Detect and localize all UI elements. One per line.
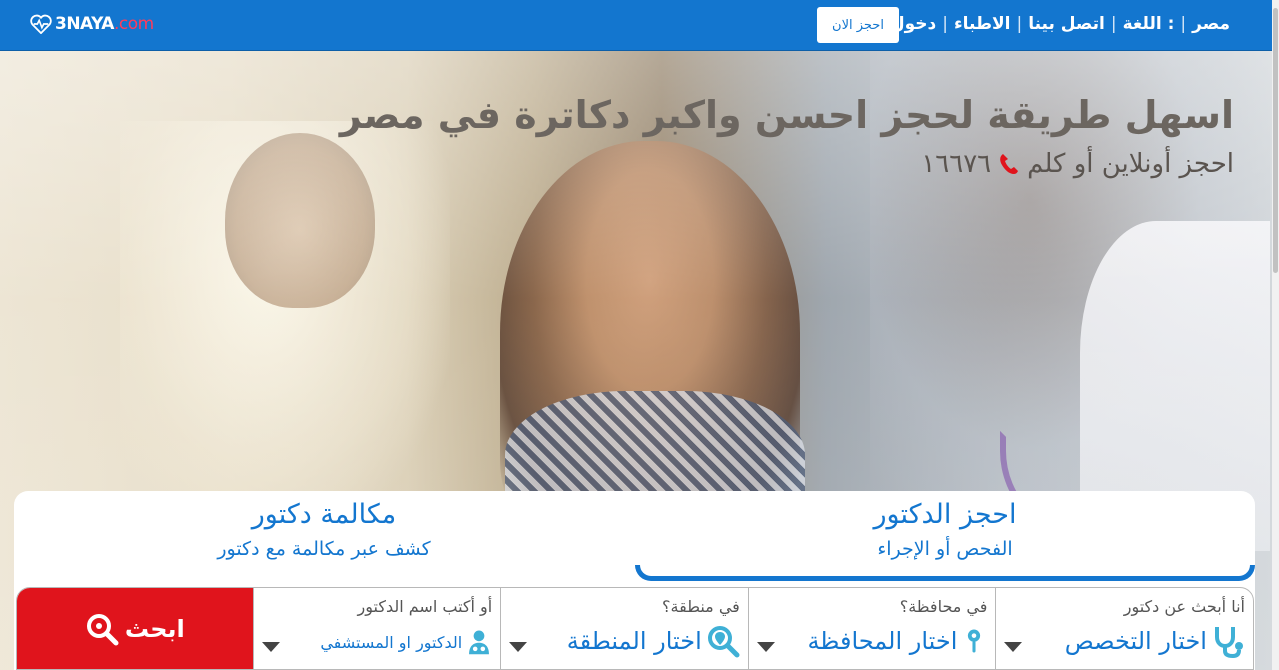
search-form: ابحث أو أكتب اسم الدكتور الدكتور او المس… bbox=[16, 587, 1254, 670]
tab-book-doctor-title: احجز الدكتور bbox=[873, 499, 1017, 530]
nav-language[interactable]: اللغة : bbox=[1123, 14, 1175, 34]
chevron-down-icon bbox=[756, 642, 775, 652]
nav-contact[interactable]: اتصل بينا bbox=[1028, 14, 1105, 34]
page-scrollbar[interactable] bbox=[1272, 0, 1279, 670]
active-tab-indicator bbox=[635, 565, 1255, 581]
nav-separator: | bbox=[1110, 14, 1117, 34]
stethoscope-icon bbox=[1214, 627, 1243, 658]
phone-icon bbox=[1000, 154, 1019, 174]
logo-text: 3NAYA bbox=[55, 14, 114, 34]
specialty-placeholder: اختار التخصص bbox=[1064, 627, 1207, 655]
specialty-label: أنا أبحث عن دكتور bbox=[1123, 597, 1245, 616]
hero-phone-number[interactable]: ١٦٦٧٦ bbox=[921, 149, 991, 179]
tab-book-doctor-subtitle: الفحص أو الإجراء bbox=[877, 538, 1013, 560]
book-now-button[interactable]: احجز الان bbox=[817, 7, 899, 43]
area-label: في منطقة؟ bbox=[662, 597, 740, 616]
nav-country[interactable]: مصر bbox=[1192, 14, 1230, 34]
doctor-icon bbox=[469, 630, 490, 655]
search-card: احجز الدكتور الفحص أو الإجراء مكالمة دكت… bbox=[14, 491, 1255, 670]
tab-call-doctor-title: مكالمة دكتور bbox=[251, 499, 397, 530]
governorate-label: في محافظة؟ bbox=[899, 597, 988, 616]
governorate-select[interactable]: في محافظة؟ اختار المحافظة bbox=[747, 588, 996, 669]
governorate-placeholder: اختار المحافظة bbox=[807, 627, 958, 655]
nav-separator: | bbox=[942, 14, 948, 34]
tab-call-doctor-subtitle: كشف عبر مكالمة مع دكتور bbox=[217, 538, 431, 560]
doctor-name-field[interactable]: أو أكتب اسم الدكتور الدكتور او المستشفي bbox=[252, 588, 501, 669]
tab-book-doctor[interactable]: احجز الدكتور الفحص أو الإجراء bbox=[635, 491, 1255, 581]
site-logo[interactable]: 3NAYA .com bbox=[30, 14, 154, 34]
nav-separator: | bbox=[1180, 14, 1187, 34]
search-icon bbox=[86, 613, 119, 645]
hero-title: اسهل طريقة لحجز احسن واكبر دكاترة في مصر bbox=[339, 93, 1234, 137]
logo-suffix: .com bbox=[113, 14, 154, 34]
map-search-icon bbox=[707, 626, 740, 658]
heart-pulse-icon bbox=[30, 14, 52, 34]
chevron-down-icon bbox=[261, 642, 280, 652]
doctor-name-label: أو أكتب اسم الدكتور bbox=[357, 597, 493, 616]
nav-login[interactable]: دخول bbox=[890, 14, 936, 34]
doctor-name-value: الدكتور او المستشفي bbox=[320, 629, 492, 655]
chevron-down-icon bbox=[1004, 642, 1023, 652]
nav-separator: | bbox=[1016, 14, 1023, 34]
search-button[interactable]: ابحث bbox=[17, 588, 253, 669]
area-value: اختار المنطقة bbox=[567, 624, 740, 658]
scrollbar-thumb[interactable] bbox=[1273, 8, 1278, 273]
nav-doctors[interactable]: الاطباء bbox=[954, 14, 1011, 34]
area-select[interactable]: في منطقة؟ اختار المنطقة bbox=[500, 588, 748, 669]
tab-call-doctor[interactable]: مكالمة دكتور كشف عبر مكالمة مع دكتور bbox=[14, 491, 634, 581]
doctor-name-placeholder: الدكتور او المستشفي bbox=[320, 632, 463, 652]
location-pin-icon bbox=[968, 629, 981, 653]
specialty-value: اختار التخصص bbox=[1065, 624, 1245, 658]
hero-subtitle-text: احجز أونلاين أو كلم bbox=[1027, 149, 1234, 179]
area-placeholder: اختار المنطقة bbox=[566, 627, 702, 655]
governorate-value: اختار المحافظة bbox=[807, 624, 987, 658]
specialty-select[interactable]: أنا أبحث عن دكتور اختار التخصص bbox=[995, 588, 1253, 669]
hero-subtitle: احجز أونلاين أو كلم ١٦٦٧٦ bbox=[921, 149, 1234, 179]
chevron-down-icon bbox=[509, 642, 528, 652]
search-button-label: ابحث bbox=[124, 614, 185, 643]
top-navbar: 3NAYA .com احجز الان مصر | اللغة : | اتصل… bbox=[0, 0, 1272, 51]
nav-menu: مصر | اللغة : | اتصل بينا | الاطباء | دخ… bbox=[890, 14, 1230, 34]
